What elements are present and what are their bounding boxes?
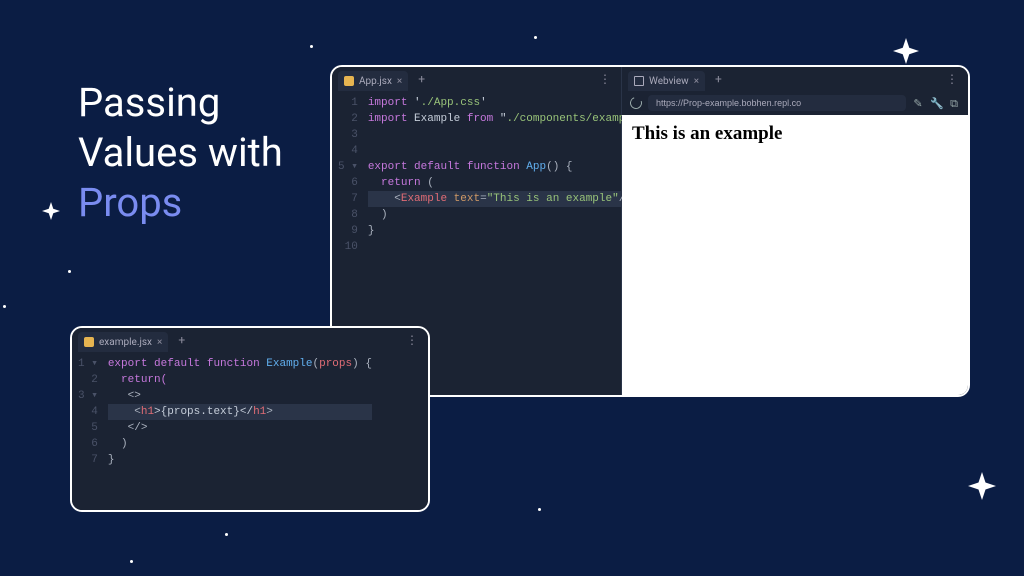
render-viewport: This is an example: [622, 115, 968, 395]
dot-icon: [225, 533, 228, 536]
webview-column: Webview × + ⋮ ✎ 🔧 ⧉ This is an example: [622, 67, 968, 395]
close-icon[interactable]: ×: [157, 337, 162, 348]
jsx-file-icon: [84, 337, 94, 347]
rendered-heading: This is an example: [632, 123, 958, 145]
slide-title: Passing Values with Props: [78, 78, 283, 228]
close-icon[interactable]: ×: [397, 76, 402, 87]
sparkle-icon: [42, 202, 60, 220]
url-input[interactable]: [648, 95, 906, 111]
title-line2: Values with: [78, 129, 283, 176]
url-bar: ✎ 🔧 ⧉: [622, 91, 968, 115]
close-icon[interactable]: ×: [694, 76, 699, 87]
sparkle-icon: [893, 38, 919, 64]
line-gutter: 1 ▾ 2 3 ▾ 4 5 6 7: [72, 352, 104, 510]
new-tab-button[interactable]: +: [174, 333, 189, 347]
new-tab-button[interactable]: +: [711, 72, 726, 86]
editor-tabbar: App.jsx × + ⋮: [332, 67, 621, 91]
dot-icon: [538, 508, 541, 511]
editor-tabbar: example.jsx × + ⋮: [72, 328, 428, 352]
tab-menu-button[interactable]: ⋮: [595, 72, 615, 86]
pencil-icon[interactable]: ✎: [912, 97, 924, 109]
example-panel: example.jsx × + ⋮ 1 ▾ 2 3 ▾ 4 5 6 7 expo…: [70, 326, 430, 512]
webview-icon: [634, 76, 644, 86]
tab-app-jsx[interactable]: App.jsx ×: [338, 71, 408, 91]
jsx-file-icon: [344, 76, 354, 86]
title-line1: Passing: [78, 79, 220, 126]
dot-icon: [310, 45, 313, 48]
dot-icon: [534, 36, 537, 39]
code-editor[interactable]: 1 ▾ 2 3 ▾ 4 5 6 7 export default functio…: [72, 352, 428, 510]
dot-icon: [68, 270, 71, 273]
wrench-icon[interactable]: 🔧: [930, 97, 942, 109]
webview-tabbar: Webview × + ⋮: [622, 67, 968, 91]
tab-label: App.jsx: [359, 76, 392, 87]
tab-example-jsx[interactable]: example.jsx ×: [78, 332, 168, 352]
sparkle-icon: [968, 472, 996, 500]
tab-label: example.jsx: [99, 337, 152, 348]
reload-icon[interactable]: [628, 95, 644, 111]
tab-label: Webview: [649, 76, 689, 87]
tab-menu-button[interactable]: ⋮: [942, 72, 962, 86]
dot-icon: [3, 305, 6, 308]
dot-icon: [130, 560, 133, 563]
tab-menu-button[interactable]: ⋮: [402, 333, 422, 347]
new-tab-button[interactable]: +: [414, 72, 429, 86]
title-line3: Props: [78, 179, 182, 226]
open-external-icon[interactable]: ⧉: [948, 97, 960, 109]
code-content: export default function Example(props) {…: [104, 352, 380, 510]
tab-webview[interactable]: Webview ×: [628, 71, 705, 91]
